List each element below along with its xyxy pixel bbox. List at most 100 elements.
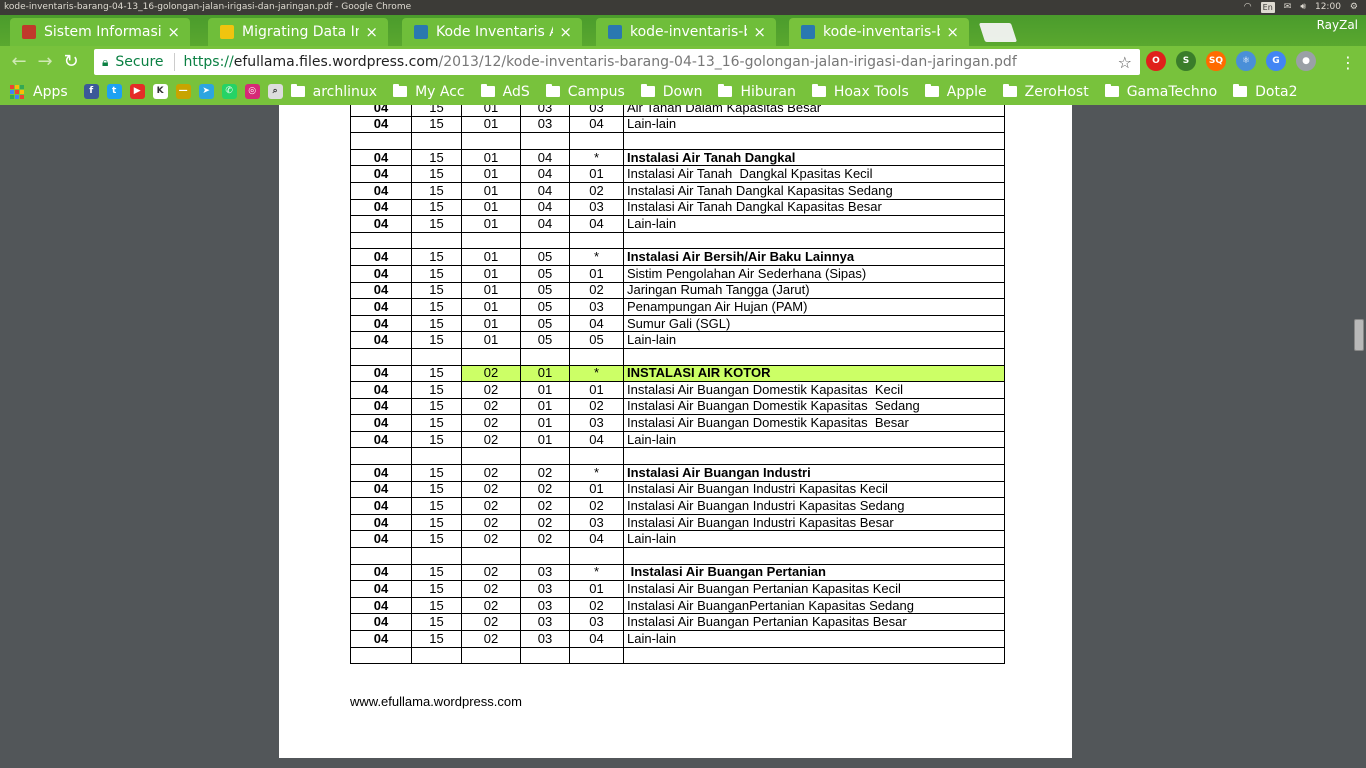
sub-sub-kelompok-cell: 04 (569, 215, 624, 233)
description-cell: Instalasi Air Buangan Pertanian Kapasita… (623, 613, 1005, 631)
gear-icon[interactable]: ⚙ (1350, 0, 1358, 15)
bookmark-site-icon[interactable]: f (83, 84, 99, 99)
footer-url: www.efullama.wordpress.com (350, 694, 522, 709)
bookmark-folder[interactable]: AdS (480, 84, 530, 100)
bookmark-folder[interactable]: Hiburan (718, 84, 796, 100)
table-row: 04 15 01 04 * Instalasi Air Tanah Dangkal (350, 148, 1005, 167)
golongan-cell: 04 (350, 215, 412, 233)
close-tab-icon[interactable]: × (946, 23, 959, 41)
browser-tab[interactable]: Kode Inventaris As × (402, 18, 582, 46)
bookmark-folder[interactable]: My Acc (393, 84, 465, 100)
url-host: efullama.files.wordpress.com (233, 54, 439, 70)
kelompok-cell: 02 (461, 414, 521, 432)
table-row: 04 15 01 04 03 Instalasi Air Tanah Dangkal Ka… (350, 198, 1005, 217)
bidang-cell: 15 (411, 215, 462, 233)
close-tab-icon[interactable]: × (753, 23, 766, 41)
sub-kelompok-cell (520, 132, 570, 150)
bookmark-folder[interactable]: ZeroHost (1002, 84, 1089, 100)
menu-dots-icon[interactable]: ⋮ (1340, 53, 1356, 72)
react-icon[interactable]: ⚛ (1236, 51, 1256, 71)
forward-arrow-icon[interactable]: → (32, 49, 58, 75)
close-tab-icon[interactable]: × (365, 23, 378, 41)
browser-tab[interactable]: Sistem Informasi A × (10, 18, 190, 46)
bookmark-site-icon[interactable]: t (106, 84, 122, 99)
close-tab-icon[interactable]: × (167, 23, 180, 41)
new-tab-button[interactable] (978, 23, 1018, 42)
table-row: 04 15 01 04 02 Instalasi Air Tanah Dangkal Ka… (350, 181, 1005, 200)
sub-kelompok-cell (520, 231, 570, 250)
sub-kelompok-cell: 05 (520, 264, 570, 283)
address-bar[interactable]: 🔒︎ Secure https:// efullama.files.wordpr… (94, 49, 1140, 75)
bookmark-folder[interactable]: Apple (924, 84, 987, 100)
clock[interactable]: 12:00 (1315, 0, 1341, 15)
bookmark-folder[interactable]: Hoax Tools (811, 83, 909, 100)
sq-icon[interactable]: SQ (1206, 51, 1226, 71)
table-row: 04 15 01 05 04 Sumur Gali (SGL) (350, 314, 1005, 333)
description-cell: Instalasi Air BuanganPertanian Kapasitas… (623, 596, 1005, 615)
volume-icon[interactable]: 🔊︎ (1300, 0, 1306, 15)
pdf-viewer[interactable]: 04 15 01 03 03 Air Tanah Dalam Kapasitas Besa… (0, 105, 1366, 768)
bookmark-site-icon[interactable]: K (152, 84, 168, 99)
description-cell: Lain-lain (623, 331, 1005, 349)
site-favicon-icon: f (83, 84, 99, 99)
bookmark-folder[interactable]: Campus (545, 83, 625, 100)
kelompok-cell: 02 (461, 580, 521, 598)
bidang-cell (411, 447, 462, 466)
description-cell: Lain-lain (623, 430, 1005, 449)
browser-tab[interactable]: Migrating Data Into × (208, 18, 388, 46)
opera-icon[interactable]: O (1146, 51, 1166, 71)
translate-icon[interactable]: G (1266, 51, 1286, 71)
bookmark-star-icon[interactable]: ☆ (1118, 53, 1132, 72)
description-cell: Sistim Pengolahan Air Sederhana (Sipas) (623, 264, 1005, 283)
bookmark-site-icon[interactable]: ▶ (129, 84, 145, 99)
back-arrow-icon[interactable]: ← (6, 49, 32, 75)
golongan-cell (350, 547, 412, 565)
profile-name[interactable]: RayZal (1317, 18, 1358, 32)
bookmark-apps[interactable]: Apps (10, 84, 68, 100)
browser-tab[interactable]: kode-inventaris-ba × (789, 18, 969, 46)
table-row: 04 15 02 01 04 Lain-lain (350, 430, 1005, 449)
sub-sub-kelompok-cell: * (569, 248, 624, 266)
sub-kelompok-cell (520, 547, 570, 565)
reload-icon[interactable]: ↻ (58, 49, 84, 75)
seo-icon[interactable]: S (1176, 51, 1196, 71)
mail-icon[interactable]: ✉ (1284, 0, 1292, 15)
golongan-cell: 04 (350, 181, 412, 200)
apps-grid-icon (10, 84, 24, 99)
bookmark-label: Campus (567, 83, 625, 100)
bookmark-folder[interactable]: Down (640, 84, 702, 100)
table-row: 04 15 02 01 01 Instalasi Air Buangan Domestik… (350, 381, 1005, 399)
bookmark-label: Hoax Tools (833, 83, 909, 100)
browser-tab[interactable]: kode-inventaris-ba × (596, 18, 776, 46)
description-cell (623, 347, 1005, 366)
bookmark-folder[interactable]: archlinux (290, 84, 377, 100)
bookmark-site-icon[interactable]: ◎ (244, 84, 260, 99)
close-tab-icon[interactable]: × (559, 23, 572, 41)
bookmark-folder[interactable]: GamaTechno (1104, 84, 1217, 100)
record-icon[interactable]: ● (1296, 51, 1316, 71)
bookmarks-bar: Apps f t ▶ K — ➤ ✆ ◎ ⌕ archlinux My Acc AdS Campus Dow… (0, 78, 1366, 105)
bookmark-site-icon[interactable]: — (175, 84, 191, 99)
description-cell (623, 547, 1005, 565)
keyboard-language-indicator[interactable]: En (1260, 2, 1275, 13)
bookmark-site-icon[interactable]: ⌕ (267, 84, 283, 99)
bookmark-folder[interactable]: Dota2 (1233, 84, 1297, 100)
sub-sub-kelompok-cell: 04 (569, 115, 624, 134)
wifi-icon[interactable]: ◠ (1244, 0, 1252, 15)
sub-sub-kelompok-cell: 04 (569, 430, 624, 449)
description-cell: Instalasi Air Buangan Domestik Kapasitas… (623, 414, 1005, 432)
sub-kelompok-cell: 03 (520, 105, 570, 117)
bidang-cell: 15 (411, 480, 462, 499)
description-cell: Instalasi Air Bersih/Air Baku Lainnya (623, 248, 1005, 266)
golongan-cell: 04 (350, 248, 412, 266)
sub-sub-kelompok-cell (569, 447, 624, 466)
sub-kelompok-cell: 01 (520, 397, 570, 416)
sub-kelompok-cell: 05 (520, 314, 570, 333)
golongan-cell: 04 (350, 580, 412, 598)
table-row: 04 15 02 03 02 Instalasi Air BuanganPertanian… (350, 596, 1005, 615)
table-row (350, 447, 1005, 466)
bookmark-site-icon[interactable]: ✆ (221, 84, 237, 99)
folder-icon (718, 84, 733, 97)
bookmark-site-icon[interactable]: ➤ (198, 84, 214, 99)
vertical-scrollbar-thumb[interactable] (1354, 319, 1364, 351)
